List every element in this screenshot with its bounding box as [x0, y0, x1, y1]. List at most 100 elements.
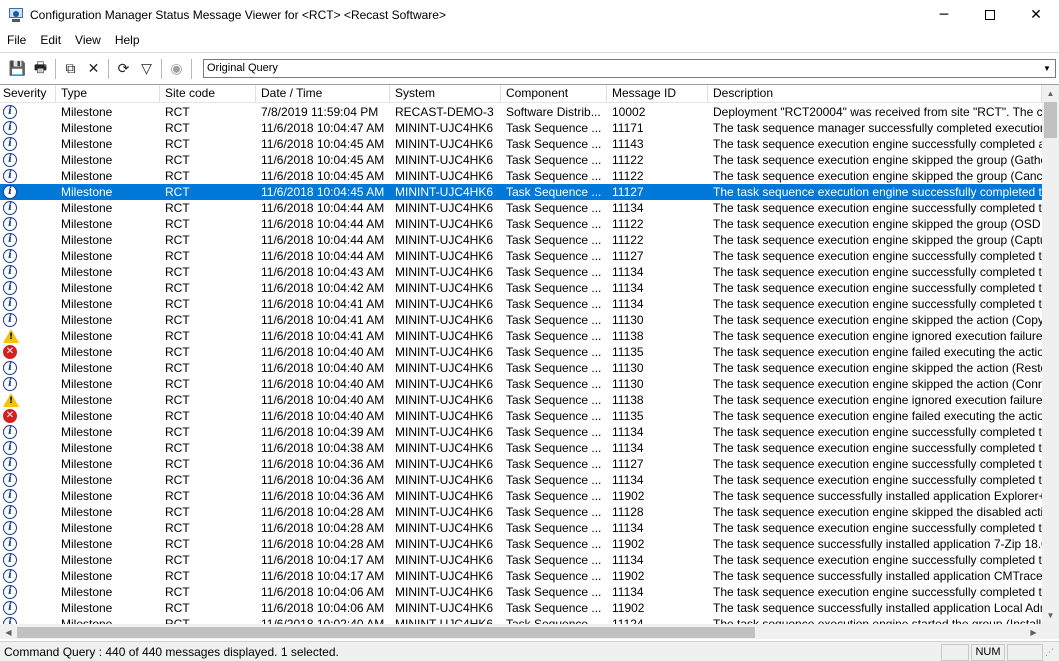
table-row[interactable]: i Milestone RCT 11/6/2018 10:02:40 AM MININT…: [0, 616, 1042, 624]
table-row[interactable]: i Milestone RCT 11/6/2018 10:04:36 AM MININT…: [0, 472, 1042, 488]
type-cell: Milestone: [61, 537, 113, 551]
column-header-system[interactable]: System: [390, 85, 501, 103]
table-row[interactable]: i Milestone RCT 11/6/2018 10:04:06 AM MININT…: [0, 600, 1042, 616]
message-id-cell: 11134: [612, 281, 644, 295]
type-cell: Milestone: [61, 201, 113, 215]
system-cell: MININT-UJC4HK6: [395, 121, 494, 135]
info-icon: i: [3, 137, 17, 151]
info-icon: i: [3, 217, 17, 231]
table-row[interactable]: ! Milestone RCT 11/6/2018 10:04:41 AM MININT…: [0, 328, 1042, 344]
table-row[interactable]: i Milestone RCT 11/6/2018 10:04:45 AM MININT…: [0, 168, 1042, 184]
vertical-scroll-thumb[interactable]: [1044, 102, 1057, 138]
table-row[interactable]: i Milestone RCT 11/6/2018 10:04:44 AM MININT…: [0, 232, 1042, 248]
table-row[interactable]: i Milestone RCT 11/6/2018 10:04:42 AM MININT…: [0, 280, 1042, 296]
scroll-left-icon[interactable]: ◀: [0, 624, 17, 639]
table-row[interactable]: i Milestone RCT 11/6/2018 10:04:36 AM MININT…: [0, 456, 1042, 472]
table-row[interactable]: ! Milestone RCT 11/6/2018 10:04:40 AM MININT…: [0, 392, 1042, 408]
horizontal-scroll-thumb[interactable]: [17, 627, 755, 638]
close-button[interactable]: ✕: [1013, 0, 1059, 30]
system-cell: MININT-UJC4HK6: [395, 185, 494, 199]
component-cell: Task Sequence ...: [506, 617, 602, 624]
query-select[interactable]: Original Query ▼: [203, 59, 1056, 78]
description-cell: The task sequence execution engine succe…: [713, 585, 1042, 599]
table-row[interactable]: i Milestone RCT 11/6/2018 10:04:17 AM MININT…: [0, 552, 1042, 568]
table-row[interactable]: i Milestone RCT 7/8/2019 11:59:04 PM RECAST-…: [0, 104, 1042, 120]
column-header-component[interactable]: Component: [501, 85, 607, 103]
table-row[interactable]: i Milestone RCT 11/6/2018 10:04:44 AM MININT…: [0, 216, 1042, 232]
stop-button[interactable]: ◉: [165, 58, 188, 80]
menu-file[interactable]: File: [0, 33, 33, 47]
table-row[interactable]: i Milestone RCT 11/6/2018 10:04:40 AM MININT…: [0, 376, 1042, 392]
menu-view[interactable]: View: [68, 33, 108, 47]
table-row[interactable]: i Milestone RCT 11/6/2018 10:04:40 AM MININT…: [0, 360, 1042, 376]
table-row[interactable]: i Milestone RCT 11/6/2018 10:04:28 AM MININT…: [0, 520, 1042, 536]
table-row[interactable]: i Milestone RCT 11/6/2018 10:04:28 AM MININT…: [0, 536, 1042, 552]
table-row[interactable]: i Milestone RCT 11/6/2018 10:04:06 AM MININT…: [0, 584, 1042, 600]
horizontal-scrollbar[interactable]: ◀ ▶: [0, 624, 1042, 639]
system-cell: MININT-UJC4HK6: [395, 217, 494, 231]
table-row[interactable]: ✕ Milestone RCT 11/6/2018 10:04:40 AM MININT…: [0, 408, 1042, 424]
table-row[interactable]: i Milestone RCT 11/6/2018 10:04:45 AM MININT…: [0, 136, 1042, 152]
message-id-cell: 11130: [612, 377, 644, 391]
stop-icon: ◉: [170, 60, 183, 77]
severity-cell: i: [0, 440, 56, 456]
site-code-cell: RCT: [165, 617, 190, 624]
table-row[interactable]: i Milestone RCT 11/6/2018 10:04:39 AM MININT…: [0, 424, 1042, 440]
column-header-message-id[interactable]: Message ID: [607, 85, 708, 103]
severity-cell: !: [0, 328, 56, 344]
description-cell: The task sequence execution engine skipp…: [713, 505, 1042, 519]
date-time-cell: 7/8/2019 11:59:04 PM: [261, 105, 379, 119]
table-row[interactable]: i Milestone RCT 11/6/2018 10:04:45 AM MININT…: [0, 152, 1042, 168]
copy-button[interactable]: ⧉: [59, 58, 82, 80]
column-header-severity[interactable]: Severity: [0, 85, 56, 103]
column-header-date-time[interactable]: Date / Time: [256, 85, 390, 103]
table-row[interactable]: i Milestone RCT 11/6/2018 10:04:41 AM MININT…: [0, 296, 1042, 312]
scroll-up-icon[interactable]: ▲: [1042, 85, 1059, 102]
site-code-cell: RCT: [165, 377, 190, 391]
delete-button[interactable]: ✕: [82, 58, 105, 80]
vertical-scrollbar[interactable]: ▲ ▼: [1042, 85, 1059, 624]
table-row[interactable]: i Milestone RCT 11/6/2018 10:04:41 AM MININT…: [0, 312, 1042, 328]
description-cell: The task sequence execution engine ignor…: [713, 329, 1042, 343]
warning-icon: !: [3, 329, 19, 343]
maximize-button[interactable]: [967, 0, 1013, 30]
table-row[interactable]: i Milestone RCT 11/6/2018 10:04:45 AM MININT…: [0, 184, 1042, 200]
scroll-right-icon[interactable]: ▶: [1025, 624, 1042, 639]
column-header-description[interactable]: Description: [708, 85, 1042, 103]
column-header-site-code[interactable]: Site code: [160, 85, 256, 103]
table-row[interactable]: i Milestone RCT 11/6/2018 10:04:44 AM MININT…: [0, 248, 1042, 264]
refresh-button[interactable]: ⟳: [112, 58, 135, 80]
severity-cell: ✕: [0, 344, 56, 360]
table-row[interactable]: i Milestone RCT 11/6/2018 10:04:43 AM MININT…: [0, 264, 1042, 280]
site-code-cell: RCT: [165, 505, 190, 519]
site-code-cell: RCT: [165, 601, 190, 615]
table-row[interactable]: i Milestone RCT 11/6/2018 10:04:44 AM MININT…: [0, 200, 1042, 216]
menu-help[interactable]: Help: [108, 33, 147, 47]
scroll-down-icon[interactable]: ▼: [1042, 607, 1059, 624]
info-icon: i: [3, 505, 17, 519]
component-cell: Task Sequence ...: [506, 281, 602, 295]
menu-edit[interactable]: Edit: [33, 33, 68, 47]
message-id-cell: 11127: [612, 185, 644, 199]
component-cell: Task Sequence ...: [506, 505, 602, 519]
severity-cell: i: [0, 232, 56, 248]
table-row[interactable]: ✕ Milestone RCT 11/6/2018 10:04:40 AM MININT…: [0, 344, 1042, 360]
resize-grip-icon[interactable]: ⋰: [1045, 648, 1054, 658]
chevron-down-icon[interactable]: ▼: [1039, 60, 1055, 77]
system-cell: MININT-UJC4HK6: [395, 153, 494, 167]
type-cell: Milestone: [61, 617, 113, 624]
date-time-cell: 11/6/2018 10:04:44 AM: [261, 201, 385, 215]
filter-button[interactable]: ▽: [135, 58, 158, 80]
description-cell: The task sequence execution engine succe…: [713, 265, 1042, 279]
system-cell: MININT-UJC4HK6: [395, 377, 494, 391]
table-row[interactable]: i Milestone RCT 11/6/2018 10:04:36 AM MININT…: [0, 488, 1042, 504]
table-row[interactable]: i Milestone RCT 11/6/2018 10:04:38 AM MININT…: [0, 440, 1042, 456]
minimize-button[interactable]: ─: [921, 0, 967, 30]
toolbar-separator: [161, 58, 162, 79]
table-row[interactable]: i Milestone RCT 11/6/2018 10:04:47 AM MININT…: [0, 120, 1042, 136]
save-button[interactable]: 💾: [6, 58, 29, 80]
print-button[interactable]: 🖶: [29, 58, 52, 80]
table-row[interactable]: i Milestone RCT 11/6/2018 10:04:17 AM MININT…: [0, 568, 1042, 584]
table-row[interactable]: i Milestone RCT 11/6/2018 10:04:28 AM MININT…: [0, 504, 1042, 520]
column-header-type[interactable]: Type: [56, 85, 160, 103]
